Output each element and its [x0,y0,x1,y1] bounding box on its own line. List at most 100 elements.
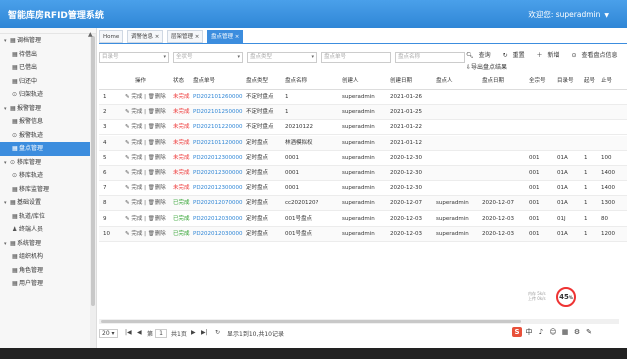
close-icon[interactable]: × [153,34,160,40]
table-cell-code[interactable]: PD202012300000 [193,151,243,166]
collapse-sidebar-icon[interactable]: ▲ [88,31,93,38]
tray-icon[interactable]: ☺ [548,327,558,337]
delete-button[interactable]: 🗑︎删除 [148,94,166,100]
scrollbar-thumb[interactable] [91,36,95,306]
close-icon[interactable]: × [233,34,240,40]
page-size-select[interactable]: 20 ▾ [99,329,118,338]
close-icon[interactable]: × [193,34,200,40]
sidebar-item[interactable]: ▾ ▦基础设置 [0,196,96,210]
table-cell-code[interactable]: PD202012300000 [193,166,243,181]
query-button[interactable]: 🔍︎ 查询 [466,52,496,59]
delete-button[interactable]: 🗑︎删除 [148,170,166,176]
table-cell-code[interactable]: PD202012300000 [193,181,243,196]
column-header[interactable]: 全宗号 [529,74,546,89]
reload-icon[interactable]: ↻ [215,329,220,336]
export-button[interactable]: ⇩导出盘点结果 [466,62,507,71]
view-inventory-button[interactable]: ⊙ 查看盘点信息 [571,52,622,59]
sidebar-item[interactable]: ⊙ 移库轨迹 [0,169,96,183]
user-menu[interactable]: 欢迎您: superadmin ▼ [528,9,609,20]
sidebar-item[interactable]: ▾ ⊙ 移库管理 [0,156,96,170]
filter-input[interactable]: 盘点名称 [395,52,465,63]
tab[interactable]: 盘点管理 × [207,30,244,43]
sogou-icon[interactable]: S [512,327,522,337]
complete-button[interactable]: ✎ 完成 [125,170,142,176]
delete-button[interactable]: 🗑︎删除 [148,124,166,130]
delete-button[interactable]: 🗑︎删除 [148,231,166,237]
tray-icon[interactable]: ▦ [560,327,570,337]
sidebar-item[interactable]: ▦报警信息 [0,115,96,129]
sidebar-scrollbar[interactable] [90,34,96,348]
complete-button[interactable]: ✎ 完成 [125,216,142,222]
scrollbar-thumb[interactable] [101,320,521,323]
table-cell-code[interactable]: PD202012030000 [193,212,243,227]
sidebar-item[interactable]: ▦归还中 [0,75,96,89]
sidebar-item[interactable]: ▦盘点管理 [0,142,96,156]
delete-button[interactable]: 🗑︎删除 [148,109,166,115]
table-cell-code[interactable]: PD202101260000 [193,90,243,105]
last-page-icon[interactable]: ▶| [201,329,208,336]
sidebar-item[interactable]: ▾ ▦调档管理 [0,34,96,48]
complete-button[interactable]: ✎ 完成 [125,185,142,191]
tray-icon[interactable]: 中 [524,327,534,337]
filter-input[interactable]: 目录号 ▾ [99,52,169,63]
table-cell-code[interactable]: PD202101220000 [193,120,243,135]
first-page-icon[interactable]: |◀ [125,329,132,336]
tray-icon[interactable]: ♪ [536,327,546,337]
tab[interactable]: Home [99,30,124,43]
sidebar-item[interactable]: ▦用户管理 [0,277,96,291]
sidebar-item[interactable]: ▦待借出 [0,48,96,62]
complete-button[interactable]: ✎ 完成 [125,200,142,206]
table-cell-code[interactable]: PD202012070000 [193,196,243,211]
sidebar-item[interactable]: ⊙ 归架轨迹 [0,88,96,102]
column-header[interactable]: 盘点名称 [285,74,307,89]
column-header[interactable]: 盘点类型 [246,74,268,89]
delete-button[interactable]: 🗑︎删除 [148,200,166,206]
complete-button[interactable]: ✎ 完成 [125,109,142,115]
table-cell-code[interactable]: PD202101250000 [193,105,243,120]
complete-button[interactable]: ✎ 完成 [125,155,142,161]
filter-input[interactable]: 全状号 ▾ [173,52,243,63]
speed-gauge[interactable]: 45% [556,287,576,307]
filter-input[interactable]: 盘点类型 ▾ [247,52,317,63]
column-header[interactable]: 盘点日期 [482,74,504,89]
column-header[interactable]: 操作 [135,74,146,89]
tab[interactable]: 调警信息 × [127,30,164,43]
complete-button[interactable]: ✎ 完成 [125,94,142,100]
prev-page-icon[interactable]: ◀ [137,329,142,336]
sidebar-item[interactable]: ♟ 终端人员 [0,223,96,237]
filter-input[interactable]: 盘点单号 [321,52,391,63]
page-input[interactable]: 1 [155,329,167,338]
tray-icon[interactable]: ⚙ [572,327,582,337]
column-header[interactable]: 止号 [601,74,612,89]
column-header[interactable]: 盘点单号 [193,74,215,89]
column-header[interactable]: 创建人 [342,74,359,89]
complete-button[interactable]: ✎ 完成 [125,140,142,146]
delete-button[interactable]: 🗑︎删除 [148,216,166,222]
sidebar-item[interactable]: ▦移库监管理 [0,183,96,197]
tab[interactable]: 层架管理 × [167,30,204,43]
column-header[interactable]: 起号 [584,74,595,89]
sidebar-item[interactable]: ▦角色管理 [0,264,96,278]
sidebar-item[interactable]: ▦组织机构 [0,250,96,264]
complete-button[interactable]: ✎ 完成 [125,124,142,130]
sidebar-item[interactable]: ▦已借出 [0,61,96,75]
column-header[interactable]: 目录号 [557,74,574,89]
next-page-icon[interactable]: ▶ [191,329,196,336]
sidebar-item[interactable]: ▾ ▦报警管理 [0,102,96,116]
delete-button[interactable]: 🗑︎删除 [148,185,166,191]
sidebar-item[interactable]: ▾ ▦系统管理 [0,237,96,251]
column-header[interactable]: 状态 [173,74,184,89]
delete-button[interactable]: 🗑︎删除 [148,140,166,146]
column-header[interactable]: 盘点人 [436,74,453,89]
reset-button[interactable]: ↻ 重置 [503,52,530,59]
table-horizontal-scrollbar[interactable] [99,319,619,324]
column-header[interactable]: 创建日期 [390,74,412,89]
sidebar-item[interactable]: ⊙ 报警轨迹 [0,129,96,143]
table-cell-code[interactable]: PD202101120000 [193,136,243,151]
table-cell-code[interactable]: PD202012030000 [193,227,243,242]
delete-button[interactable]: 🗑︎删除 [148,155,166,161]
tray-icon[interactable]: ✎ [584,327,594,337]
add-button[interactable]: ＋新增 [537,52,565,59]
complete-button[interactable]: ✎ 完成 [125,231,142,237]
sidebar-item[interactable]: ▦轨道/库位 [0,210,96,224]
